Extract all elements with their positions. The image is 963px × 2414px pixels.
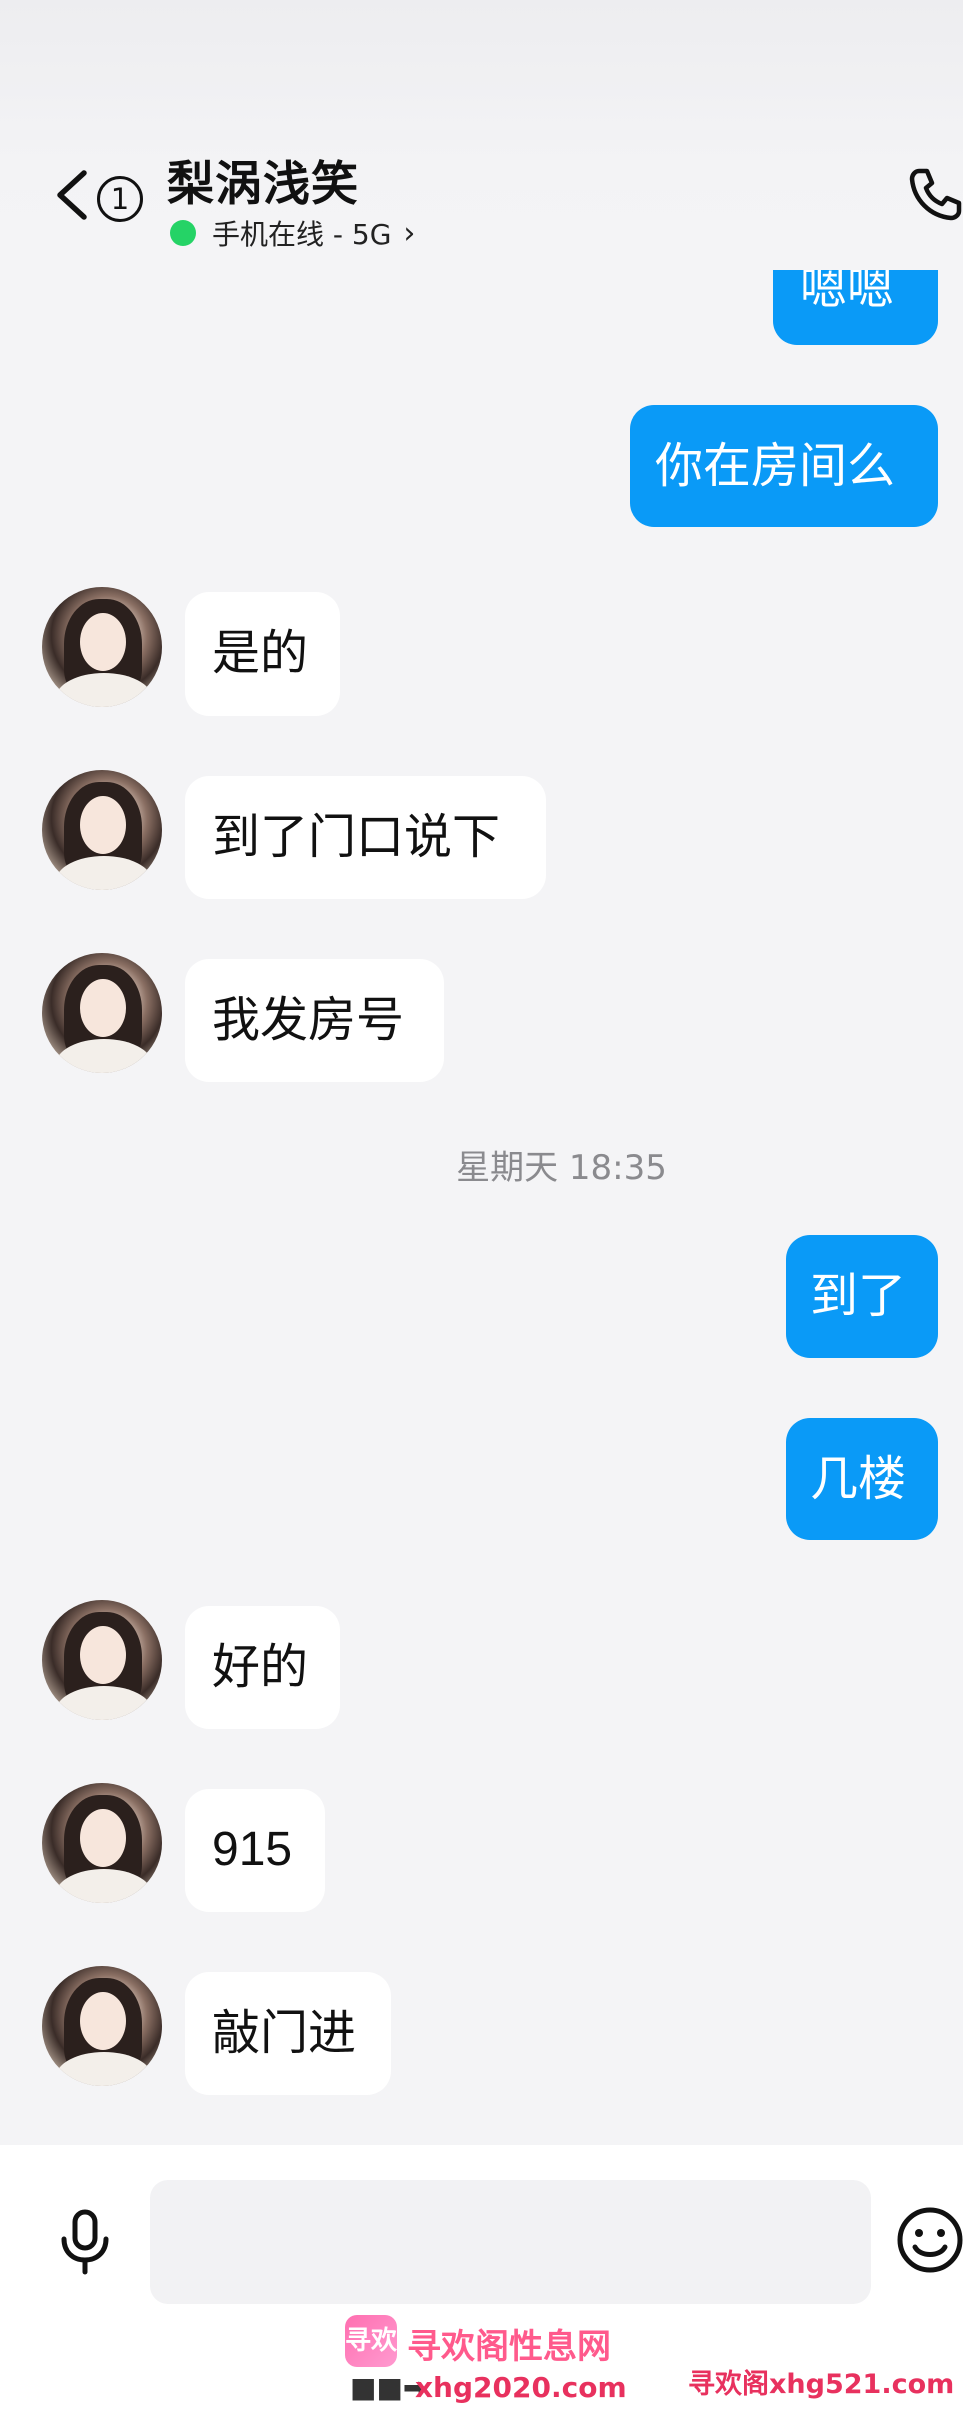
message-bubble-outgoing[interactable]: 到了: [786, 1235, 938, 1358]
watermark: 寻欢 寻欢阁性息网 ■■➡ xhg2020.com: [345, 2315, 645, 2405]
message-bubble-incoming[interactable]: 敲门进: [185, 1972, 391, 2095]
watermark-logo: 寻欢: [345, 2315, 397, 2367]
back-button[interactable]: [50, 165, 94, 225]
message-bubble-incoming[interactable]: 我发房号: [185, 959, 444, 1082]
message-bubble-outgoing[interactable]: 几楼: [786, 1418, 938, 1540]
contact-avatar[interactable]: [42, 587, 162, 707]
contact-avatar[interactable]: [42, 1600, 162, 1720]
chevron-left-icon: [57, 170, 87, 220]
message-bubble-incoming[interactable]: 到了门口说下: [185, 776, 546, 899]
online-status-text: 手机在线 - 5G: [212, 218, 392, 251]
contact-avatar[interactable]: [42, 1966, 162, 2086]
watermark-title: 寻欢阁性息网: [407, 2327, 611, 2367]
unread-count-badge[interactable]: 1: [97, 176, 143, 222]
voice-button[interactable]: [50, 2207, 120, 2277]
contact-avatar[interactable]: [42, 1783, 162, 1903]
contact-name[interactable]: 梨涡浅笑: [167, 145, 359, 214]
chevron-right-icon: ›: [403, 215, 416, 251]
message-bubble-outgoing[interactable]: 你在房间么: [630, 405, 938, 527]
contact-avatar[interactable]: [42, 770, 162, 890]
watermark-url: xhg2020.com: [415, 2371, 627, 2404]
watermark-right: 寻欢阁xhg521.com: [688, 2369, 955, 2400]
contact-avatar[interactable]: [42, 953, 162, 1073]
emoji-icon: [897, 2207, 963, 2273]
message-bubble-incoming[interactable]: 915: [185, 1789, 325, 1912]
message-bubble-incoming[interactable]: 是的: [185, 592, 340, 716]
phone-icon: [909, 168, 962, 221]
message-list: 嗯嗯 你在房间么 是的 到了门口说下 我发房号 星期天 18:35 到了 几楼 …: [0, 0, 963, 2145]
online-dot-icon: [170, 220, 196, 246]
microphone-icon: [61, 2209, 109, 2275]
message-timestamp: 星期天 18:35: [456, 1148, 667, 1188]
online-status[interactable]: 手机在线 - 5G ›: [170, 213, 415, 253]
emoji-button[interactable]: [895, 2205, 963, 2275]
message-bubble-incoming[interactable]: 好的: [185, 1606, 340, 1729]
message-input[interactable]: [150, 2180, 871, 2304]
chat-header: 1 梨涡浅笑 手机在线 - 5G ›: [0, 0, 963, 270]
call-button[interactable]: [905, 165, 963, 225]
